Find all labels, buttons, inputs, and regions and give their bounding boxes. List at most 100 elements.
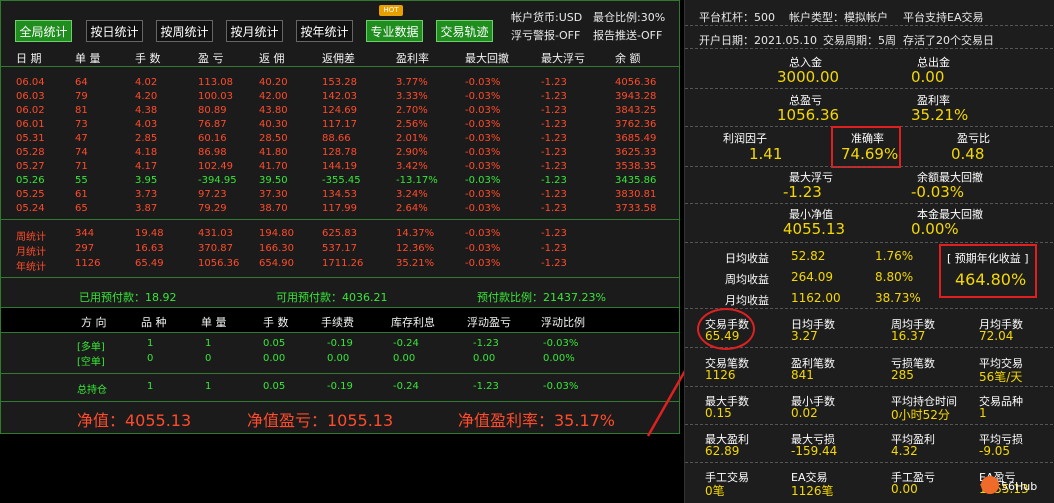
table-cell: 73 [75,119,88,130]
summary-cell: -1.23 [541,258,567,269]
total-in-value: 3000.00 [777,68,840,86]
daily-stats-button[interactable]: 按日统计 [86,20,143,42]
table-cell: 124.69 [322,105,357,116]
position-cell: [多单] [77,342,105,353]
table-cell: -394.95 [198,175,237,186]
table-cell: 05.26 [16,175,45,186]
grid-value: 0.00 [891,482,918,496]
table-cell: 2.70% [396,105,428,116]
table-cell: 05.28 [16,147,45,158]
summary-cell: 16.63 [135,243,164,254]
grid-value: 1 [979,406,987,420]
header-orders: 单 量 [75,52,101,65]
table-cell: -1.23 [541,133,567,144]
summary-cell: -0.03% [465,243,501,254]
annual-value: 464.80% [955,270,1027,289]
grid-value: 1126笔 [791,484,834,498]
grid-value: -9.05 [979,444,1011,458]
total-cell: 总持仓 [77,385,107,396]
summary-cell: 月统计 [16,247,46,258]
table-cell: 2.90% [396,147,428,158]
header-pl: 盈 亏 [198,52,224,65]
table-cell: 3.42% [396,161,428,172]
survival-days: 存活了20个交易日 [903,34,994,47]
available-prepay: 可用预付款：4036.21 [276,291,388,304]
table-cell: 97.23 [198,189,227,200]
table-row: 05.26 55 3.95 -394.95 39.50 -355.45 -13.17% -0.… [1,175,679,189]
pos-header-divider [1,332,679,333]
header-max-float: 最大浮亏 [541,52,585,65]
table-row: 05.28 74 4.18 86.98 41.80 128.78 2.90% -0.03% -1… [1,147,679,161]
summary-row: 年统计 1126 65.49 1056.36 654.90 1711.26 35.21% -0… [1,258,679,273]
summary-cell: 1056.36 [198,258,240,269]
table-cell: 81 [75,105,88,116]
toolbar: 全局统计 按日统计 按周统计 按月统计 按年统计 HOT 专业数据 交易轨迹 帐… [1,1,679,45]
daily-label: 日均收益 [725,252,769,265]
table-cell: 3685.49 [615,133,657,144]
position-cell: -0.03% [543,338,579,349]
weekly-label: 周均收益 [725,273,769,286]
table-cell: 41.80 [259,147,288,158]
grid-value: 1126 [705,368,736,382]
table-cell: 3.73 [135,189,158,200]
table-cell: 3625.33 [615,147,657,158]
profit-factor-label: 利润因子 [723,132,767,145]
table-cell: -0.03% [465,105,501,116]
position-cell: -0.19 [327,338,353,349]
table-cell: 3762.36 [615,119,657,130]
table-row: 05.27 71 4.17 102.49 41.70 144.19 3.42% -0.03% -… [1,161,679,175]
position-row: [多单] 1 1 0.05 -0.19 -0.24 -1.23 -0.03% [1,338,679,353]
table-cell: 40.30 [259,119,288,130]
accuracy-highlight-box [831,126,901,168]
grid-value: -159.44 [791,444,838,458]
position-cell: 0.00 [327,353,350,364]
pl-ratio-value: 0.48 [951,145,985,163]
weekly-stats-button[interactable]: 按周统计 [156,20,213,42]
table-cell: -1.23 [541,77,567,88]
trade-track-button[interactable]: 交易轨迹 [436,20,493,42]
monthly-stats-button[interactable]: 按月统计 [226,20,283,42]
summary-cell: -1.23 [541,243,567,254]
table-cell: 3.33% [396,91,428,102]
table-row: 06.04 64 4.02 113.08 40.20 153.28 3.77% -0.03% -… [1,77,679,91]
pos-header-lots: 手 数 [263,316,289,329]
main-stats-area: 全局统计 按日统计 按周统计 按月统计 按年统计 HOT 专业数据 交易轨迹 帐… [0,0,680,434]
pro-data-button[interactable]: 专业数据 [366,20,423,42]
net-profit-rate: 净值盈利率：35.17% [458,411,616,430]
panel-divider-5 [685,166,1053,167]
table-cell: 47 [75,133,88,144]
table-cell: 3435.86 [615,175,657,186]
platform-leverage: 平台杠杆：500 [699,11,775,24]
pos-header-fee: 手续费 [321,316,354,329]
summary-cell: 537.17 [322,243,357,254]
total-cell: -0.19 [327,381,353,392]
table-cell: 113.08 [198,77,233,88]
net-value: 净值：4055.13 [77,411,192,430]
yearly-stats-button[interactable]: 按年统计 [296,20,353,42]
annual-label: [ 预期年化收益 ] [947,252,1029,265]
grid-value: 4.32 [891,444,918,458]
table-cell: 102.49 [198,161,233,172]
table-cell: 144.19 [322,161,357,172]
grid-value: 3.27 [791,329,818,343]
global-stats-button[interactable]: 全局统计 [15,20,72,42]
header-rebate: 返 佣 [259,52,285,65]
balance-drawdown-value: -0.03% [911,183,965,201]
principal-drawdown-value: 0.00% [911,220,959,238]
summary-cell: 年统计 [16,262,46,273]
daily-pct: 1.76% [875,249,914,263]
header-date: 日 期 [16,52,42,65]
table-cell: -1.23 [541,203,567,214]
table-cell: 3.77% [396,77,428,88]
table-cell: 3733.58 [615,203,657,214]
position-row: [空单] 0 0 0.00 0.00 0.00 0.00 0.00% [1,353,679,368]
table-cell: 06.03 [16,91,45,102]
summary-cell: 1126 [75,258,101,269]
table-cell: 117.17 [322,119,357,130]
summary-cell: 344 [75,228,95,239]
trade-lots-highlight-ellipse [697,308,755,350]
report-push: 报告推送-OFF [593,29,663,42]
header-rebate-diff: 返佣差 [322,52,355,65]
total-out-value: 0.00 [911,68,945,86]
grid-value: 285 [891,368,914,382]
